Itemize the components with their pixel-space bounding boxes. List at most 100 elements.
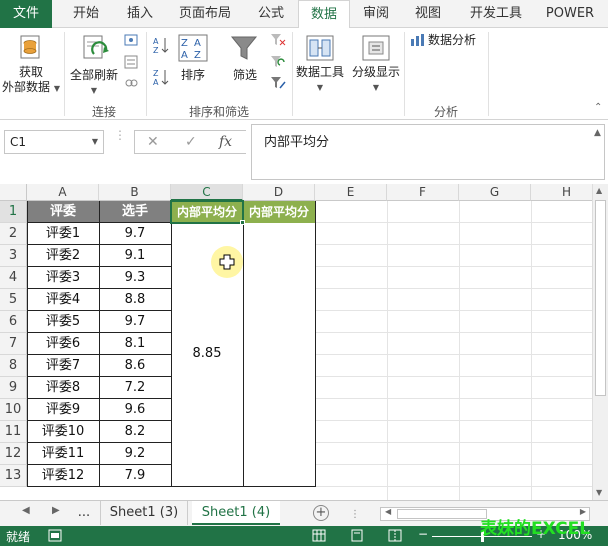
data-tools-button[interactable]: 数据工具 ▼ (294, 65, 346, 95)
judge-cell[interactable]: 评委8 (27, 377, 99, 399)
sort-az-icon[interactable]: AZ (152, 36, 170, 57)
reapply-filter-icon[interactable] (270, 55, 286, 72)
outline-button[interactable]: 分级显示 ▼ (348, 65, 404, 95)
judge-cell[interactable]: 评委4 (27, 289, 99, 311)
column-header-g[interactable]: G (459, 184, 531, 201)
column-header-f[interactable]: F (387, 184, 459, 201)
scroll-left-icon[interactable]: ◀ (385, 507, 391, 516)
tab-developer[interactable]: 开发工具 (460, 0, 532, 28)
edit-links-icon[interactable] (124, 76, 138, 93)
score-cell[interactable]: 9.1 (99, 245, 171, 267)
tab-page-layout[interactable]: 页面布局 (172, 0, 238, 28)
chevron-down-icon[interactable]: ▼ (92, 131, 98, 153)
vertical-scrollbar[interactable]: ▲ ▼ (592, 184, 608, 500)
page-break-view-icon[interactable] (388, 529, 402, 545)
judge-cell[interactable]: 评委1 (27, 223, 99, 245)
chevron-up-icon[interactable]: ▲ (594, 128, 601, 138)
merged-average-cell[interactable]: 8.85 (171, 343, 243, 365)
tab-formulas[interactable]: 公式 (248, 0, 294, 28)
tab-file[interactable]: 文件 (0, 0, 52, 28)
fill-handle[interactable] (240, 220, 245, 225)
tab-data[interactable]: 数据 (298, 0, 350, 29)
get-external-data-button[interactable]: 获取 外部数据 ▼ (0, 65, 62, 96)
column-header-e[interactable]: E (315, 184, 387, 201)
scroll-down-icon[interactable]: ▼ (596, 488, 602, 497)
row-header[interactable]: 5 (0, 289, 27, 311)
score-cell[interactable]: 7.9 (99, 465, 171, 487)
row-header[interactable]: 6 (0, 311, 27, 333)
page-layout-view-icon[interactable] (350, 529, 364, 545)
judge-cell[interactable]: 评委12 (27, 465, 99, 487)
row-header[interactable]: 4 (0, 267, 27, 289)
judge-cell[interactable]: 评委9 (27, 399, 99, 421)
connections-icon[interactable] (124, 33, 138, 50)
add-sheet-icon[interactable]: + (313, 505, 329, 521)
row-header[interactable]: 2 (0, 223, 27, 245)
score-cell[interactable]: 8.2 (99, 421, 171, 443)
sheet-ellipsis[interactable]: ... (72, 501, 96, 525)
tab-review[interactable]: 审阅 (354, 0, 398, 28)
sort-za-icon[interactable]: ZA (152, 68, 170, 89)
sheet-tab-1-3[interactable]: Sheet1 (3) (100, 501, 188, 525)
filter-button[interactable]: 筛选 (222, 68, 268, 83)
row-header[interactable]: 10 (0, 399, 27, 421)
header-cell-judge[interactable]: 评委 (27, 201, 99, 223)
row-header[interactable]: 13 (0, 465, 27, 487)
normal-view-icon[interactable] (312, 529, 326, 545)
sort-button[interactable]: 排序 (172, 68, 214, 83)
tab-insert[interactable]: 插入 (116, 0, 164, 28)
score-cell[interactable]: 9.6 (99, 399, 171, 421)
score-cell[interactable]: 9.2 (99, 443, 171, 465)
tab-splitter-icon[interactable]: ⋮ (350, 509, 360, 520)
cancel-icon[interactable]: ✕ (147, 134, 159, 150)
refresh-all-button[interactable]: 全部刷新 ▼ (66, 68, 122, 98)
collapse-ribbon-icon[interactable]: ⌃ (594, 102, 602, 113)
judge-cell[interactable]: 评委7 (27, 355, 99, 377)
clear-filter-icon[interactable] (270, 33, 286, 50)
header-cell-contestant[interactable]: 选手 (99, 201, 171, 223)
sheet-tab-1-4[interactable]: Sheet1 (4) (192, 501, 280, 525)
judge-cell[interactable]: 评委6 (27, 333, 99, 355)
score-cell[interactable]: 7.2 (99, 377, 171, 399)
sheet-next-icon[interactable]: ▶ (52, 505, 60, 516)
judge-cell[interactable]: 评委2 (27, 245, 99, 267)
row-header[interactable]: 11 (0, 421, 27, 443)
tab-power[interactable]: POWER (542, 0, 598, 28)
column-header-b[interactable]: B (99, 184, 171, 201)
data-analysis-button[interactable]: 数据分析 (428, 33, 490, 48)
properties-icon[interactable] (124, 55, 138, 72)
column-header-a[interactable]: A (27, 184, 99, 201)
row-header[interactable]: 3 (0, 245, 27, 267)
horizontal-scroll-thumb[interactable] (397, 509, 487, 519)
enter-icon[interactable]: ✓ (185, 134, 197, 150)
zoom-out-icon[interactable]: − (418, 527, 428, 541)
score-cell[interactable]: 8.1 (99, 333, 171, 355)
name-box[interactable]: C1 ▼ (4, 130, 104, 154)
row-header[interactable]: 1 (0, 201, 27, 223)
splitter-icon[interactable]: ⋮ (114, 128, 126, 142)
row-header[interactable]: 9 (0, 377, 27, 399)
insert-function-icon[interactable]: fx (219, 134, 232, 150)
score-cell[interactable]: 8.6 (99, 355, 171, 377)
tab-view[interactable]: 视图 (406, 0, 450, 28)
row-header[interactable]: 12 (0, 443, 27, 465)
score-cell[interactable]: 9.3 (99, 267, 171, 289)
judge-cell[interactable]: 评委11 (27, 443, 99, 465)
judge-cell[interactable]: 评委10 (27, 421, 99, 443)
row-header[interactable]: 8 (0, 355, 27, 377)
column-header-c[interactable]: C (171, 184, 243, 201)
row-header[interactable]: 7 (0, 333, 27, 355)
scroll-up-icon[interactable]: ▲ (596, 186, 602, 195)
formula-input[interactable]: 内部平均分 (251, 124, 605, 180)
select-all-corner[interactable] (0, 184, 27, 201)
vertical-scroll-thumb[interactable] (595, 200, 606, 396)
score-cell[interactable]: 9.7 (99, 311, 171, 333)
column-header-d[interactable]: D (243, 184, 315, 201)
column-header-h[interactable]: H (531, 184, 592, 201)
header-cell-internal-average-d[interactable]: 内部平均分 (243, 201, 315, 223)
score-cell[interactable]: 8.8 (99, 289, 171, 311)
score-cell[interactable]: 9.7 (99, 223, 171, 245)
tab-home[interactable]: 开始 (62, 0, 110, 28)
worksheet-grid[interactable]: A B C D E F G H 1 2 3 4 5 6 7 8 9 10 11 … (0, 184, 592, 500)
advanced-filter-icon[interactable] (270, 76, 286, 93)
